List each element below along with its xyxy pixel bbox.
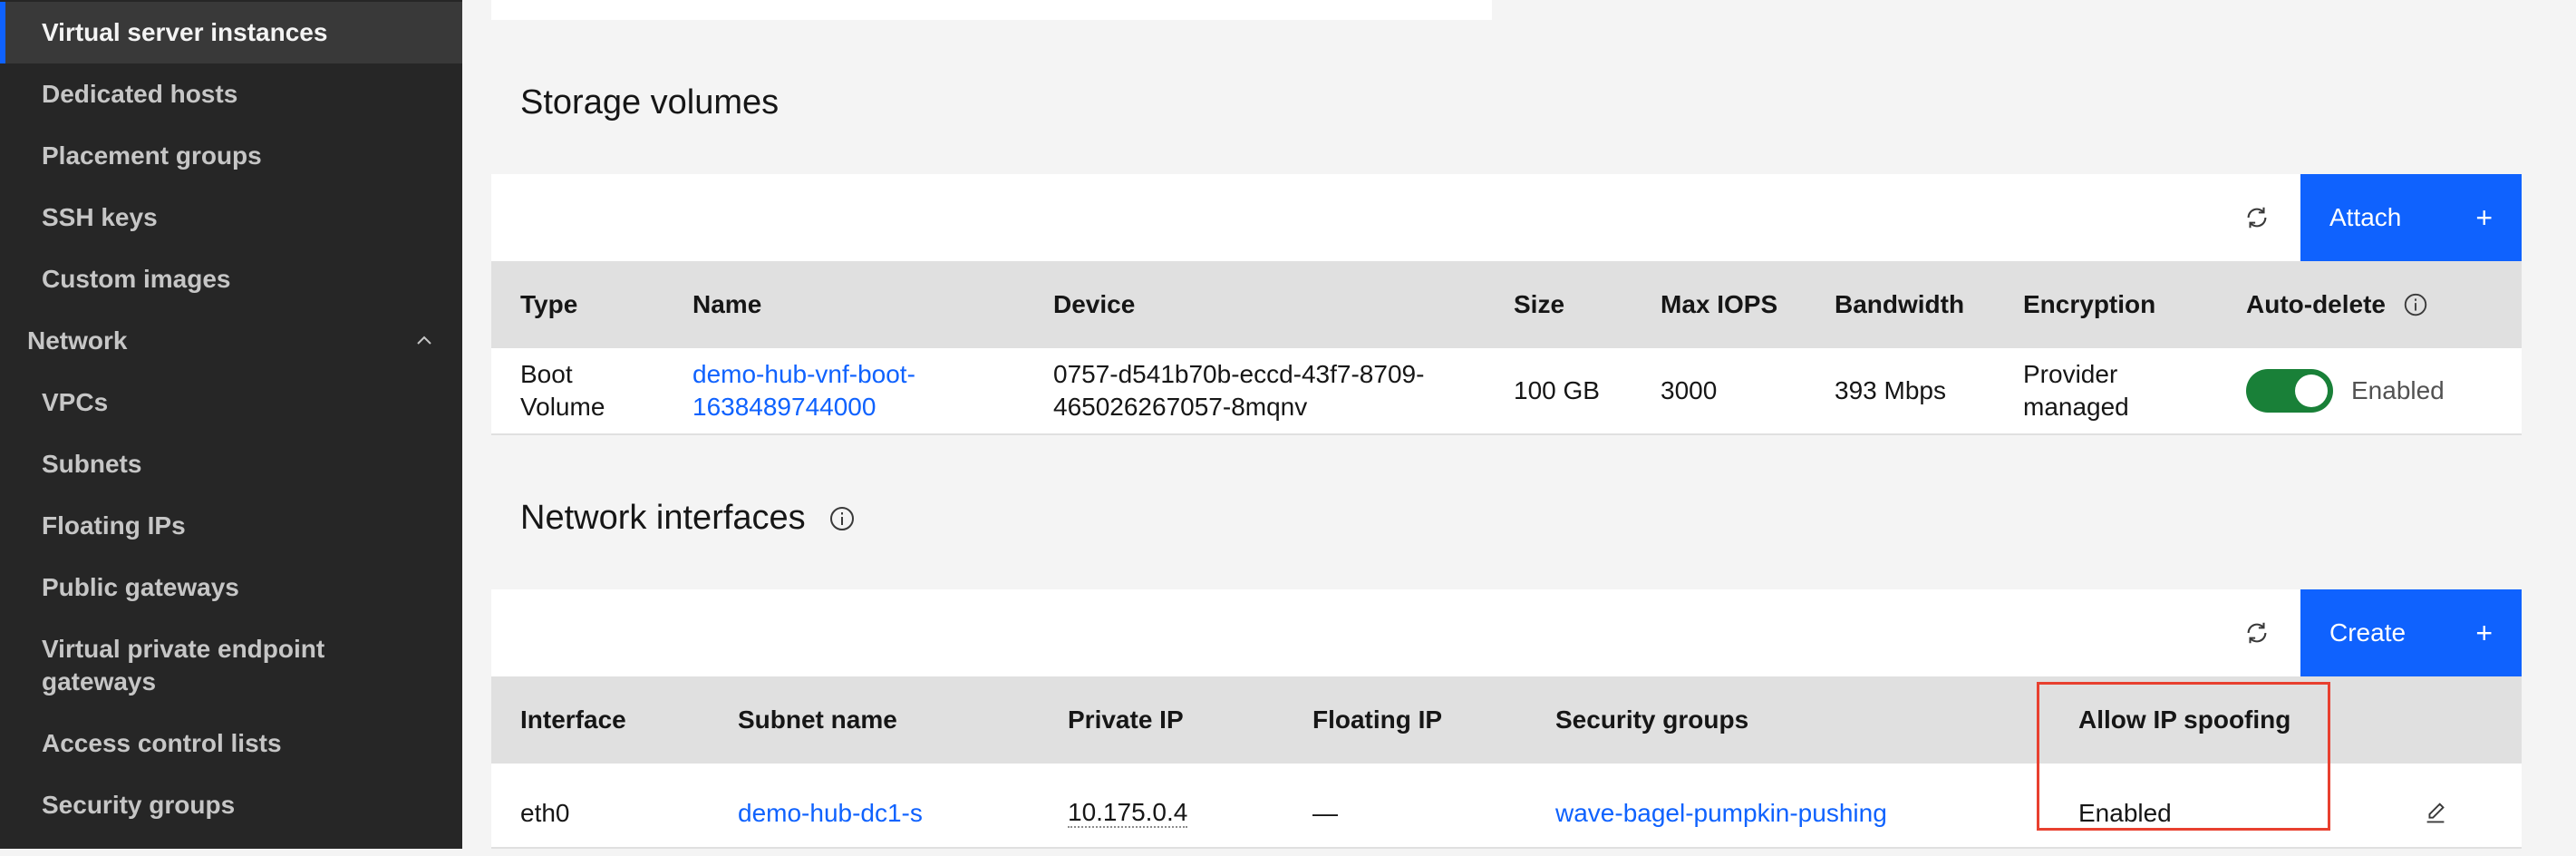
table-header: Type Name Device Size Max IOPS Bandwidth… <box>491 261 2522 348</box>
storage-volumes-table: Attach + Type Name Device Size Max IOPS … <box>491 174 2522 435</box>
table-toolbar: Create + <box>491 589 2522 676</box>
cell-type: Boot Volume <box>520 360 605 421</box>
table-row: Boot Volume demo-hub-vnf-boot-1638489744… <box>491 348 2522 435</box>
refresh-icon <box>2243 619 2271 647</box>
sidebar-item-subnets[interactable]: Subnets <box>0 433 462 495</box>
column-header-security-groups[interactable]: Security groups <box>1555 676 1748 764</box>
cell-floating-ip: — <box>1312 799 1338 827</box>
sidebar-item-label: Floating IPs <box>42 511 186 540</box>
sidebar-item-ssh-keys[interactable]: SSH keys <box>0 187 462 248</box>
sidebar-item-label: Dedicated hosts <box>42 80 238 108</box>
edit-icon <box>2422 800 2449 827</box>
column-header-auto-delete[interactable]: Auto-delete <box>2246 261 2429 348</box>
refresh-button[interactable] <box>2213 174 2300 261</box>
sidebar-item-dedicated-hosts[interactable]: Dedicated hosts <box>0 63 462 125</box>
cell-private-ip: 10.175.0.4 <box>1068 771 1188 856</box>
attach-button[interactable]: Attach + <box>2300 174 2522 261</box>
details-card <box>491 0 1492 20</box>
create-button[interactable]: Create + <box>2300 589 2522 676</box>
auto-delete-state: Enabled <box>2351 376 2445 404</box>
cell-auto-delete: Enabled <box>2246 348 2445 433</box>
sidebar-item-label: Virtual private endpoint gateways <box>42 635 325 696</box>
volume-name-link[interactable]: demo-hub-vnf-boot-1638489744000 <box>692 348 992 433</box>
column-header-name[interactable]: Name <box>692 261 761 348</box>
column-header-device[interactable]: Device <box>1053 261 1135 348</box>
network-interfaces-heading: Network interfaces <box>520 499 857 538</box>
attach-button-label: Attach <box>2329 203 2402 231</box>
sidebar-group-label: Network <box>27 326 128 355</box>
info-icon[interactable] <box>2402 291 2429 318</box>
cell-max-iops: 3000 <box>1661 376 1718 404</box>
plus-icon: + <box>2475 616 2493 649</box>
sidebar-item-public-gateways[interactable]: Public gateways <box>0 557 462 618</box>
sidebar: Virtual server instances Dedicated hosts… <box>0 0 462 849</box>
sidebar-item-security-groups[interactable]: Security groups <box>0 774 462 836</box>
network-interfaces-title: Network interfaces <box>520 499 806 537</box>
auto-delete-label: Auto-delete <box>2246 290 2386 318</box>
cell-encryption: Provider managed <box>2023 360 2129 421</box>
column-header-floating-ip[interactable]: Floating IP <box>1312 676 1442 764</box>
refresh-icon <box>2243 204 2271 231</box>
sidebar-item-virtual-private-endpoint-gateways[interactable]: Virtual private endpoint gateways <box>0 620 390 711</box>
sidebar-item-placement-groups[interactable]: Placement groups <box>0 125 462 187</box>
plus-icon: + <box>2475 200 2493 234</box>
edit-button[interactable] <box>2422 771 2449 856</box>
column-header-subnet-name[interactable]: Subnet name <box>738 676 897 764</box>
sidebar-group-network[interactable]: Network <box>0 310 462 372</box>
sidebar-item-label: Custom images <box>42 265 231 293</box>
cell-interface: eth0 <box>520 799 570 827</box>
auto-delete-toggle[interactable] <box>2246 369 2333 413</box>
chevron-up-icon <box>413 330 435 352</box>
highlight-annotation <box>2037 682 2330 831</box>
cell-bandwidth: 393 Mbps <box>1835 376 1946 404</box>
refresh-button[interactable] <box>2213 589 2300 676</box>
sidebar-item-label: SSH keys <box>42 203 158 231</box>
column-header-interface[interactable]: Interface <box>520 676 626 764</box>
table-toolbar: Attach + <box>491 174 2522 261</box>
sidebar-item-virtual-server-instances[interactable]: Virtual server instances <box>0 2 462 63</box>
security-group-link[interactable]: wave-bagel-pumpkin-pushing <box>1555 771 1887 856</box>
info-icon[interactable] <box>828 504 857 533</box>
column-header-max-iops[interactable]: Max IOPS <box>1661 261 1777 348</box>
private-ip-value[interactable]: 10.175.0.4 <box>1068 799 1188 828</box>
sidebar-item-vpcs[interactable]: VPCs <box>0 372 462 433</box>
sidebar-item-label: Virtual server instances <box>42 18 328 46</box>
column-header-bandwidth[interactable]: Bandwidth <box>1835 261 1964 348</box>
sidebar-item-access-control-lists[interactable]: Access control lists <box>0 713 462 774</box>
column-header-private-ip[interactable]: Private IP <box>1068 676 1184 764</box>
sidebar-item-label: Subnets <box>42 450 142 478</box>
sidebar-item-floating-ips[interactable]: Floating IPs <box>0 495 462 557</box>
subnet-name-link[interactable]: demo-hub-dc1-s <box>738 771 923 856</box>
column-header-size[interactable]: Size <box>1514 261 1564 348</box>
sidebar-item-label: VPCs <box>42 388 109 416</box>
cell-size: 100 GB <box>1514 376 1600 404</box>
sidebar-item-label: Security groups <box>42 791 236 819</box>
storage-volumes-title: Storage volumes <box>520 83 780 122</box>
cell-device: 0757-d541b70b-eccd-43f7-8709-46502626705… <box>1053 360 1425 421</box>
sidebar-item-custom-images[interactable]: Custom images <box>0 248 462 310</box>
sidebar-item-label: Public gateways <box>42 573 239 601</box>
create-button-label: Create <box>2329 618 2407 647</box>
column-header-encryption[interactable]: Encryption <box>2023 261 2155 348</box>
column-header-type[interactable]: Type <box>520 261 577 348</box>
sidebar-item-label: Placement groups <box>42 141 262 170</box>
sidebar-item-label: Access control lists <box>42 729 282 757</box>
